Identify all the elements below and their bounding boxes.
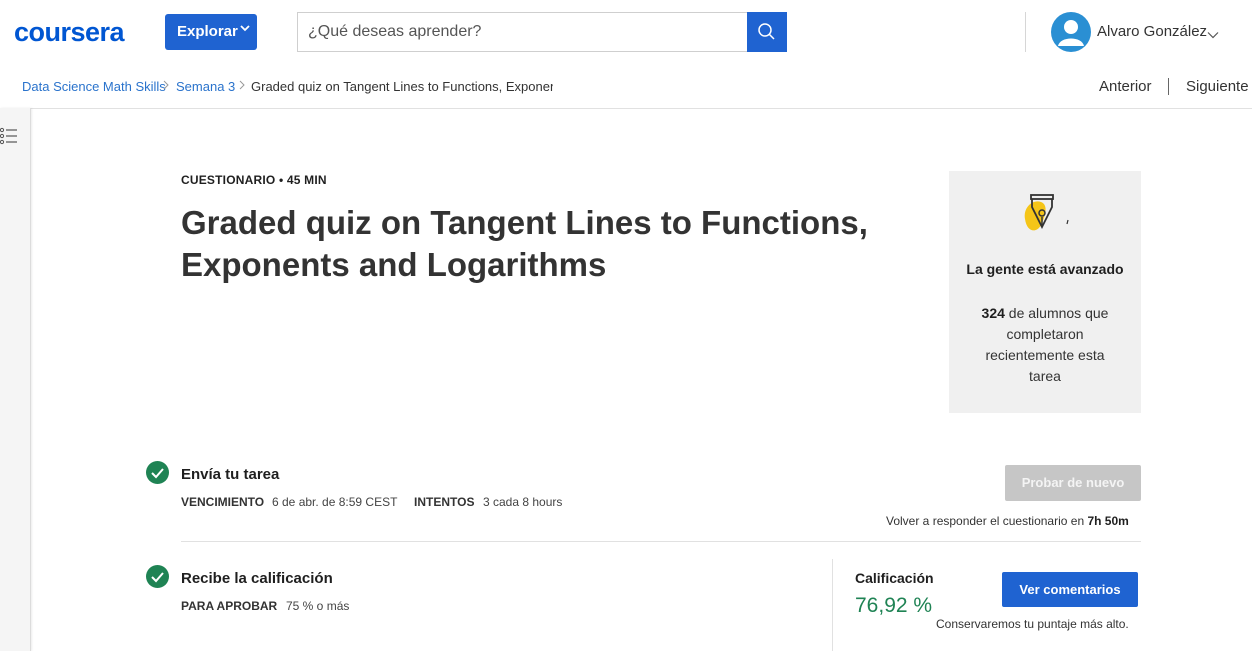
retry-note: Volver a responder el cuestionario en 7h… [886, 514, 1129, 528]
chevron-right-icon [239, 79, 245, 93]
search-input[interactable] [297, 12, 747, 52]
previous-link[interactable]: Anterior [1099, 78, 1152, 95]
due-label: VENCIMIENTO [181, 495, 265, 509]
user-name[interactable]: Alvaro González [1097, 23, 1207, 40]
card-heading: La gente está avanzado [966, 261, 1124, 277]
attempts-value: 3 cada 8 hours [483, 495, 563, 509]
next-link[interactable]: Siguiente [1186, 78, 1249, 95]
search-icon [758, 23, 775, 40]
page-title: Graded quiz on Tangent Lines to Function… [181, 204, 868, 283]
chevron-down-icon [240, 24, 250, 35]
learners-progress-card: La gente está avanzado 324 de alumnos qu… [949, 171, 1141, 413]
pen-nib-icon [1019, 193, 1073, 250]
retry-button[interactable]: Probar de nuevo [1005, 465, 1141, 501]
grade-value: 76,92 % [855, 594, 933, 617]
check-circle-icon [146, 565, 169, 588]
check-circle-icon [146, 461, 169, 484]
submit-step-title: Envía tu tarea [181, 466, 280, 483]
user-icon [1058, 20, 1084, 46]
due-value: 6 de abr. de 8:59 CEST [272, 495, 398, 509]
grade-step-title: Recibe la calificación [181, 570, 333, 587]
retry-note-text: Volver a responder el cuestionario en [886, 514, 1085, 528]
card-body: 324 de alumnos que completaron recientem… [973, 303, 1117, 387]
highest-score-note: Conservaremos tu puntaje más alto. [936, 617, 1129, 631]
search-bar [297, 12, 787, 52]
breadcrumb-item-current: Graded quiz on Tangent Lines to Function… [251, 79, 553, 94]
outline-list-icon[interactable] [0, 127, 20, 150]
explore-label: Explorar [177, 23, 238, 40]
avatar[interactable] [1051, 12, 1091, 52]
section-divider [181, 541, 1141, 542]
coursera-logo[interactable]: coursera [14, 17, 125, 48]
view-feedback-button[interactable]: Ver comentarios [1002, 572, 1138, 607]
chevron-down-icon[interactable] [1207, 26, 1219, 44]
pass-label: PARA APROBAR [181, 599, 278, 613]
breadcrumb-item-course[interactable]: Data Science Math Skills [22, 79, 166, 94]
header-divider [1025, 12, 1026, 52]
attempts-label: INTENTOS [414, 495, 475, 509]
explore-button[interactable]: Explorar [165, 14, 257, 50]
search-button[interactable] [747, 12, 787, 52]
pass-value: 75 % o más [286, 599, 350, 613]
grade-divider [832, 559, 833, 651]
course-outline-rail [0, 108, 31, 651]
nav-divider [1168, 78, 1169, 95]
chevron-right-icon [163, 79, 169, 93]
grade-label: Calificación [855, 570, 934, 586]
retry-time: 7h 50m [1087, 514, 1129, 528]
quiz-kicker: CUESTIONARIO • 45 MIN [181, 173, 327, 187]
top-header: coursera Explorar Alvaro González [0, 0, 1252, 65]
breadcrumb-item-week[interactable]: Semana 3 [176, 79, 235, 94]
breadcrumb: Data Science Math Skills Semana 3 Graded… [0, 64, 1252, 109]
learner-count: 324 [981, 305, 1005, 321]
